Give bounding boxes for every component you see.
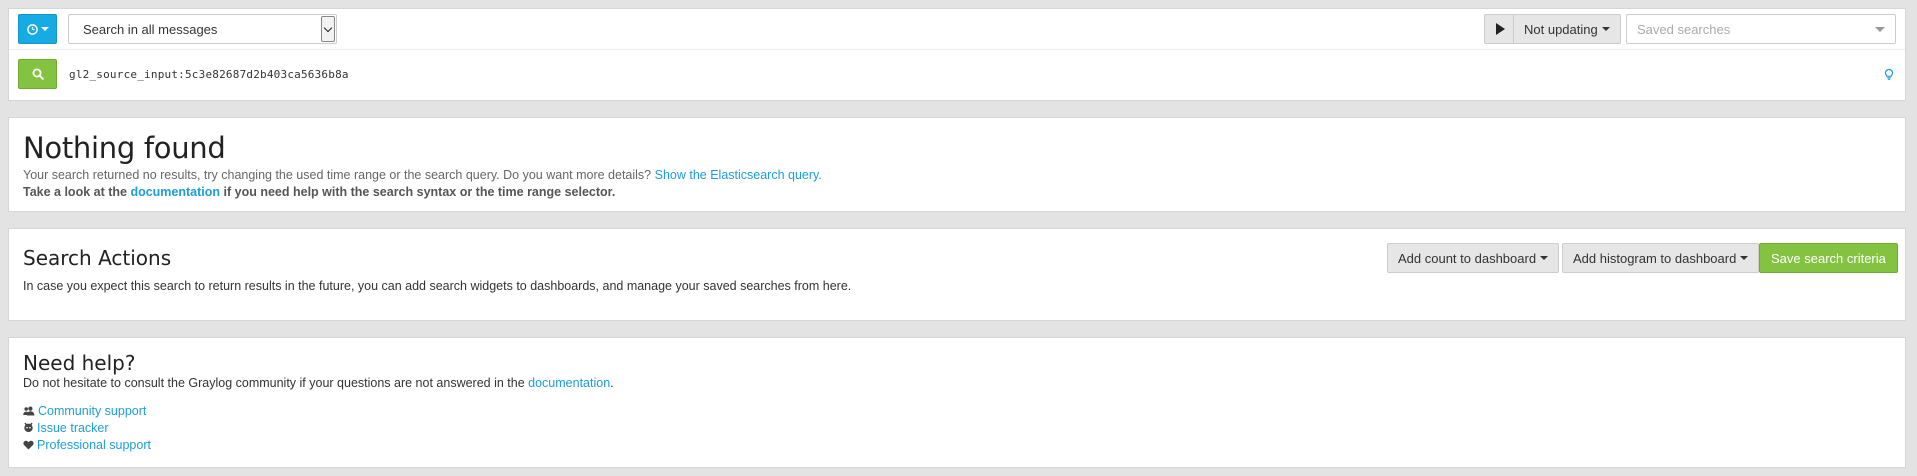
need-help-text: Do not hesitate to consult the Graylog c… <box>23 376 525 390</box>
search-bar-panel: Search in all messages Not updating Save… <box>8 8 1906 101</box>
need-help-title: Need help? <box>23 351 136 375</box>
help-suffix-text: if you need help with the search syntax … <box>223 185 616 199</box>
caret-down-icon <box>1540 256 1549 260</box>
time-range-select-value: Search in all messages <box>83 22 218 37</box>
lightbulb-icon[interactable] <box>1882 68 1896 82</box>
nothing-found-help: Take a look at the documentation if you … <box>23 185 615 199</box>
github-icon <box>24 422 33 433</box>
list-item: Issue tracker <box>23 419 151 436</box>
refresh-interval-label: Not updating <box>1524 21 1598 37</box>
search-actions-description: In case you expect this search to return… <box>23 279 852 293</box>
add-histogram-label: Add histogram to dashboard <box>1573 250 1737 266</box>
caret-down-icon <box>1740 256 1749 260</box>
play-button[interactable] <box>1484 14 1514 44</box>
nothing-found-title: Nothing found <box>23 131 226 165</box>
saved-searches-select[interactable]: Saved searches <box>1626 14 1896 44</box>
refresh-controls: Not updating <box>1484 14 1621 44</box>
clock-icon <box>26 23 38 35</box>
nothing-found-description: Your search returned no results, try cha… <box>23 168 822 182</box>
list-item: Community support <box>23 402 151 419</box>
issue-tracker-link[interactable]: Issue tracker <box>37 421 109 435</box>
play-icon <box>1495 23 1505 35</box>
show-elasticsearch-query-link[interactable]: Show the Elasticsearch query. <box>655 168 822 182</box>
heart-icon <box>23 440 34 449</box>
search-button[interactable] <box>18 59 57 89</box>
users-icon <box>23 406 35 415</box>
divider <box>9 49 1905 50</box>
list-item: Professional support <box>23 436 151 453</box>
nothing-found-panel: Nothing found Your search returned no re… <box>8 117 1906 212</box>
dropdown-arrow-icon[interactable] <box>1875 27 1885 32</box>
save-search-criteria-label: Save search criteria <box>1771 250 1886 266</box>
documentation-link[interactable]: documentation <box>130 185 220 199</box>
search-actions-panel: Search Actions In case you expect this s… <box>8 228 1906 321</box>
search-actions-title: Search Actions <box>23 246 172 270</box>
community-support-link[interactable]: Community support <box>38 404 146 418</box>
search-query-input[interactable]: gl2_source_input:5c3e82687d2b403ca5636b8… <box>69 68 349 81</box>
chevron-down-icon[interactable] <box>321 16 335 42</box>
add-count-label: Add count to dashboard <box>1398 250 1537 266</box>
search-icon <box>32 68 44 80</box>
need-help-panel: Need help? Do not hesitate to consult th… <box>8 337 1906 468</box>
time-range-type-button[interactable] <box>18 14 57 44</box>
help-prefix-text: Take a look at the <box>23 185 127 199</box>
refresh-interval-dropdown[interactable]: Not updating <box>1514 14 1621 44</box>
save-search-criteria-button[interactable]: Save search criteria <box>1759 243 1898 273</box>
documentation-link[interactable]: documentation <box>528 376 610 390</box>
caret-down-icon <box>1601 27 1610 31</box>
add-histogram-to-dashboard-button[interactable]: Add histogram to dashboard <box>1562 243 1760 273</box>
nothing-found-text: Your search returned no results, try cha… <box>23 168 652 182</box>
need-help-suffix: . <box>610 376 614 390</box>
need-help-description: Do not hesitate to consult the Graylog c… <box>23 376 614 390</box>
help-links-list: Community support Issue tracker Professi… <box>23 402 151 453</box>
add-count-to-dashboard-button[interactable]: Add count to dashboard <box>1387 243 1560 273</box>
professional-support-link[interactable]: Professional support <box>37 438 151 452</box>
caret-down-icon <box>40 27 49 31</box>
time-range-select[interactable]: Search in all messages <box>68 14 337 44</box>
saved-searches-placeholder: Saved searches <box>1637 22 1731 37</box>
